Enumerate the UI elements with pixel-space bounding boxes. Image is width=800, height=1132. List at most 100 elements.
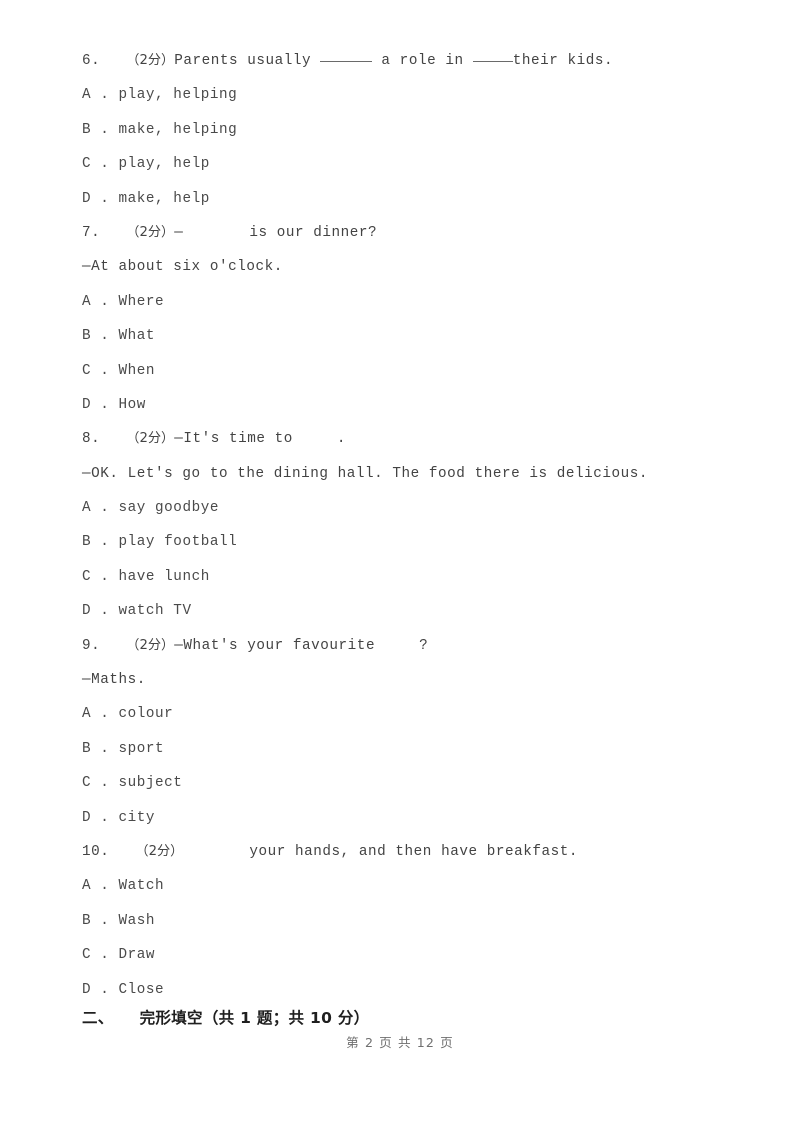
question-marks-7: （2分）	[126, 224, 175, 240]
option-letter: A	[82, 878, 92, 895]
option-10-a: A . Watch	[82, 869, 718, 903]
option-sep: .	[91, 87, 119, 104]
question-text-8b: .	[336, 431, 347, 448]
option-text: watch TV	[118, 603, 192, 620]
section-index: 二、	[82, 1009, 114, 1027]
question-text-10: your hands, and then have breakfast.	[249, 843, 579, 860]
option-sep: .	[91, 981, 119, 998]
question-answer-9: —Maths.	[82, 672, 146, 689]
option-letter: B	[82, 328, 92, 345]
question-text-7a: —	[174, 224, 184, 241]
option-text: Wash	[118, 912, 156, 929]
option-sep: .	[91, 568, 119, 585]
question-number-9: 9.	[82, 637, 101, 654]
option-text: What	[118, 328, 156, 345]
option-8-a: A . say goodbye	[82, 491, 718, 525]
option-9-d: D . city	[82, 801, 718, 835]
option-letter: C	[82, 568, 92, 585]
option-7-b: B . What	[82, 319, 718, 353]
question-stem-6: 6. （2分）Parents usually a role in their ki…	[82, 44, 718, 78]
page-footer: 第 2 页 共 12 页	[346, 1035, 454, 1050]
option-9-c: C . subject	[82, 766, 718, 800]
option-sep: .	[91, 603, 119, 620]
option-6-d: D . make, help	[82, 182, 718, 216]
section-heading: 二、 完形填空（共 1 题；共 10 分）	[82, 1006, 369, 1028]
question-text-8a: —It's time to	[174, 431, 293, 448]
section-meta: （共 1 题；共 10 分）	[202, 1009, 370, 1027]
option-sep: .	[91, 500, 119, 517]
question-answer-8: —OK. Let's go to the dining hall. The fo…	[82, 465, 649, 482]
option-letter: B	[82, 121, 92, 138]
question-list: 6. （2分）Parents usually a role in their ki…	[82, 44, 718, 1007]
option-letter: D	[82, 603, 92, 620]
option-letter: D	[82, 981, 92, 998]
question-number-7: 7.	[82, 224, 101, 241]
option-7-d: D . How	[82, 388, 718, 422]
question-number-10: 10.	[82, 843, 110, 860]
option-7-c: C . When	[82, 354, 718, 388]
option-6-c: C . play, help	[82, 147, 718, 181]
option-sep: .	[91, 878, 119, 895]
option-9-b: B . sport	[82, 732, 718, 766]
option-9-a: A . colour	[82, 697, 718, 731]
question-stem-8: 8. （2分）—It's time to.	[82, 422, 718, 456]
option-text: city	[118, 809, 156, 826]
option-text: How	[118, 396, 146, 413]
option-letter: C	[82, 775, 92, 792]
option-letter: B	[82, 912, 92, 929]
option-letter: B	[82, 534, 92, 551]
option-6-a: A . play, helping	[82, 78, 718, 112]
option-text: Where	[118, 293, 165, 310]
option-letter: A	[82, 87, 92, 104]
option-text: play football	[118, 534, 238, 551]
option-7-a: A . Where	[82, 285, 718, 319]
answer-blank-icon	[472, 49, 513, 62]
option-letter: C	[82, 156, 92, 173]
option-sep: .	[91, 706, 119, 723]
question-number-8: 8.	[82, 431, 101, 448]
option-sep: .	[91, 328, 119, 345]
question-stem-7: 7. （2分）— is our dinner?	[82, 216, 718, 250]
question-text-9a: —What's your favourite	[174, 637, 376, 654]
option-letter: A	[82, 293, 92, 310]
option-letter: A	[82, 706, 92, 723]
option-sep: .	[91, 190, 119, 207]
option-sep: .	[91, 809, 119, 826]
question-text-6a: Parents usually	[174, 53, 321, 69]
option-sep: .	[91, 947, 119, 964]
option-text: play, help	[118, 156, 210, 173]
option-text: have lunch	[118, 568, 210, 585]
option-sep: .	[91, 396, 119, 413]
option-letter: B	[82, 740, 92, 757]
option-text: Close	[118, 981, 165, 998]
option-sep: .	[91, 775, 119, 792]
option-text: make, helping	[118, 121, 238, 138]
option-letter: A	[82, 500, 92, 517]
option-text: sport	[118, 740, 165, 757]
section-title: 完形填空	[139, 1009, 203, 1027]
option-text: say goodbye	[118, 500, 219, 517]
option-sep: .	[91, 121, 119, 138]
option-sep: .	[91, 912, 119, 929]
option-10-b: B . Wash	[82, 904, 718, 938]
question-text-6c: their kids.	[512, 53, 614, 69]
option-sep: .	[91, 362, 119, 379]
answer-blank-icon	[320, 49, 373, 62]
option-letter: C	[82, 362, 92, 379]
option-text: play, helping	[118, 87, 238, 104]
option-10-d: D . Close	[82, 973, 718, 1007]
question-stem-10: 10. （2分） your hands, and then have breakfa…	[82, 835, 718, 869]
option-letter: D	[82, 190, 92, 207]
option-letter: D	[82, 809, 92, 826]
option-text: colour	[118, 706, 174, 723]
option-sep: .	[91, 293, 119, 310]
question-text-9b: ?	[419, 637, 429, 654]
question-marks-9: （2分）	[126, 637, 175, 653]
question-answer-7: —At about six o'clock.	[82, 259, 283, 276]
option-text: Draw	[118, 947, 156, 964]
question-marks-6: （2分）	[126, 53, 175, 68]
option-letter: C	[82, 947, 92, 964]
option-6-b: B . make, helping	[82, 113, 718, 147]
option-8-b: B . play football	[82, 525, 718, 559]
option-text: When	[118, 362, 156, 379]
